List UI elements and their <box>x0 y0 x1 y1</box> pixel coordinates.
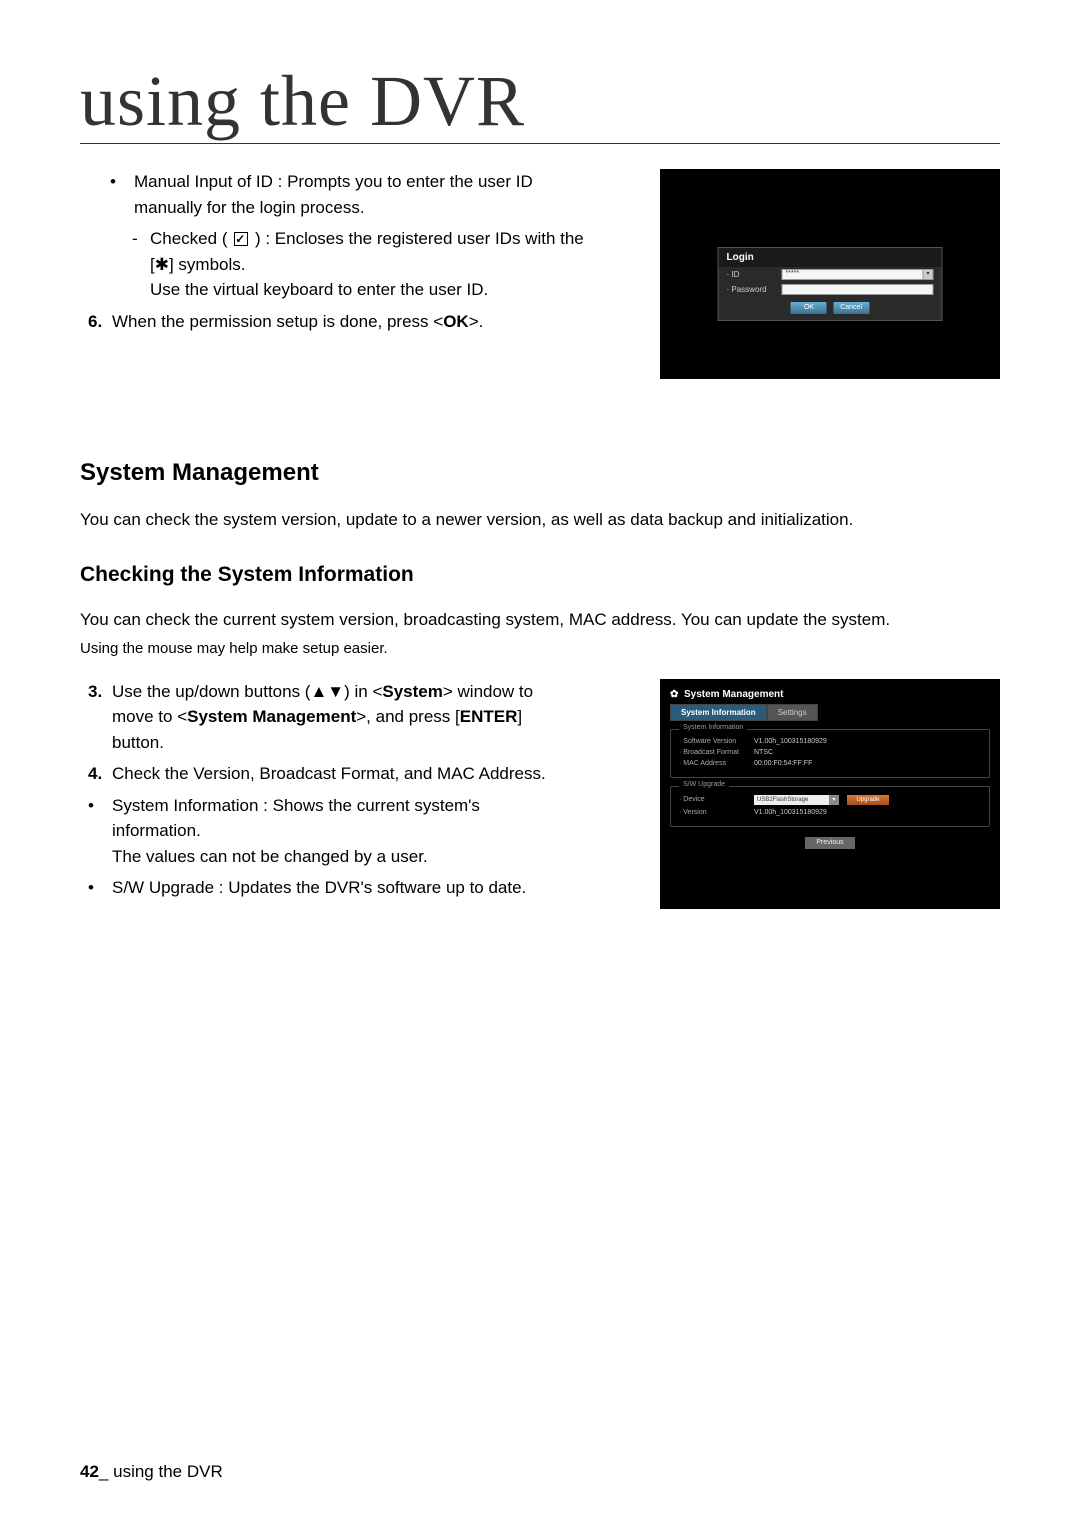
sub-checked-pre: Checked ( <box>150 229 227 248</box>
value-broadcast-format: NTSC <box>754 749 773 756</box>
label-device: · Device <box>679 796 754 803</box>
chevron-down-icon[interactable]: ▾ <box>923 270 933 279</box>
label-broadcast-format: · Broadcast Format <box>679 749 754 756</box>
sub-checked-l2: [✱] symbols. <box>150 255 245 274</box>
step3-g: ENTER <box>460 707 518 726</box>
bullet-swupgrade: S/W Upgrade : Updates the DVR's software… <box>112 875 640 901</box>
bullet-sysinfo-l1: System Information : Shows the current s… <box>112 796 480 815</box>
device-dropdown[interactable]: USB2FlashStorage ▾ <box>754 795 839 805</box>
bullet-manual-input-l1: Manual Input of ID : Prompts you to ente… <box>134 172 533 191</box>
system-management-intro: You can check the system version, update… <box>80 507 1000 533</box>
value-version: V1.00h_100315180929 <box>754 809 827 816</box>
sub-checked-l3: Use the virtual keyboard to enter the us… <box>150 280 488 299</box>
page-footer: 42_ using the DVR <box>80 1462 223 1482</box>
step3-a: Use the up/down buttons (▲▼) in < <box>112 682 382 701</box>
login-title: Login <box>719 248 942 267</box>
page-number: 42 <box>80 1462 99 1481</box>
step3-h: ] <box>517 707 522 726</box>
bullet-sysinfo-l3: The values can not be changed by a user. <box>112 847 428 866</box>
ok-button[interactable]: OK <box>791 302 827 314</box>
checking-system-info-heading: Checking the System Information <box>80 563 1000 587</box>
label-software-version: · Software Version <box>679 738 754 745</box>
sub-checked-post: ) : Encloses the registered user IDs wit… <box>255 229 584 248</box>
tab-settings[interactable]: Settings <box>767 704 818 721</box>
sw-upgrade-group: S/W Upgrade · Device USB2FlashStorage ▾ … <box>670 786 990 827</box>
value-software-version: V1.00h_100315180929 <box>754 738 827 745</box>
label-version: · Version <box>679 809 754 816</box>
step3-c: > window to <box>443 682 533 701</box>
panel-title: System Management <box>684 689 783 700</box>
previous-button[interactable]: Previous <box>805 837 855 849</box>
value-mac-address: 00:00:F0:54:FF:FF <box>754 760 812 767</box>
login-password-input[interactable] <box>782 284 934 295</box>
login-id-value: ***** <box>786 270 800 277</box>
step6-pre: When the permission setup is done, press… <box>112 312 443 331</box>
legend-sw-upgrade: S/W Upgrade <box>679 781 729 788</box>
label-mac-address: · MAC Address <box>679 760 754 767</box>
upgrade-button[interactable]: Upgrade <box>847 795 889 805</box>
checkbox-icon <box>234 232 248 246</box>
login-id-label: · ID <box>727 270 782 279</box>
bullet-manual-input-l2: manually for the login process. <box>134 198 365 217</box>
login-screenshot: Login · ID ***** ▾ · Password OK Cancel <box>660 169 1000 379</box>
step3-e: System Management <box>187 707 356 726</box>
mid-left-text: 3. Use the up/down buttons (▲▼) in <Syst… <box>80 679 640 909</box>
checking-desc1: You can check the current system version… <box>80 607 1000 633</box>
step3-d: move to < <box>112 707 187 726</box>
login-password-label: · Password <box>727 285 782 294</box>
step3-i: button. <box>112 733 164 752</box>
login-dialog: Login · ID ***** ▾ · Password OK Cancel <box>718 247 943 321</box>
step3-b: System <box>382 682 442 701</box>
footer-sep: _ <box>99 1462 113 1481</box>
checking-desc2: Using the mouse may help make setup easi… <box>80 638 1000 661</box>
system-management-screenshot: ✿ System Management System Information S… <box>660 679 1000 909</box>
top-text-block: • Manual Input of ID : Prompts you to en… <box>80 169 640 379</box>
system-information-group: System Information · Software Version V1… <box>670 729 990 778</box>
login-id-dropdown[interactable]: ***** ▾ <box>782 269 934 280</box>
step6-ok: OK <box>443 312 469 331</box>
step3-f: >, and press [ <box>356 707 459 726</box>
system-management-heading: System Management <box>80 459 1000 487</box>
bullet-sysinfo-l2: information. <box>112 821 201 840</box>
cancel-button[interactable]: Cancel <box>833 302 869 314</box>
legend-system-information: System Information <box>679 724 747 731</box>
page-title: using the DVR <box>80 60 1000 144</box>
gear-icon: ✿ <box>670 689 680 699</box>
device-value: USB2FlashStorage <box>757 797 808 803</box>
step6-post: >. <box>469 312 484 331</box>
tab-system-information[interactable]: System Information <box>670 704 767 721</box>
step4-text: Check the Version, Broadcast Format, and… <box>112 761 640 787</box>
chevron-down-icon[interactable]: ▾ <box>829 795 839 805</box>
footer-text: using the DVR <box>113 1462 223 1481</box>
